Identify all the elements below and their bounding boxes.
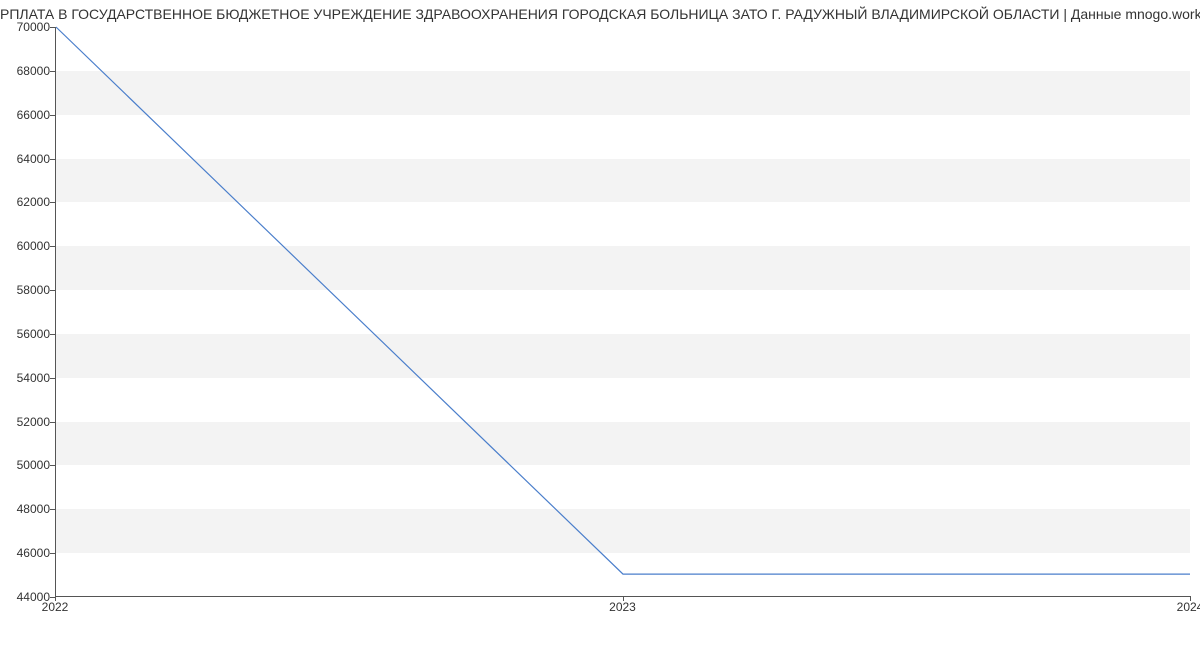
y-tick-mark (50, 290, 55, 291)
x-tick-mark (623, 596, 624, 601)
y-tick-label: 68000 (5, 64, 50, 78)
y-tick-mark (50, 465, 55, 466)
y-tick-label: 52000 (5, 415, 50, 429)
y-tick-mark (50, 509, 55, 510)
y-tick-label: 60000 (5, 239, 50, 253)
y-tick-mark (50, 202, 55, 203)
y-tick-label: 64000 (5, 152, 50, 166)
y-tick-mark (50, 27, 55, 28)
x-tick-label: 2023 (609, 600, 636, 614)
x-tick-mark (1190, 596, 1191, 601)
y-tick-label: 62000 (5, 195, 50, 209)
x-tick-mark (55, 596, 56, 601)
chart-title: РПЛАТА В ГОСУДАРСТВЕННОЕ БЮДЖЕТНОЕ УЧРЕЖ… (0, 0, 1200, 22)
y-tick-label: 50000 (5, 458, 50, 472)
y-tick-mark (50, 115, 55, 116)
plot-area (55, 27, 1190, 597)
y-tick-label: 54000 (5, 371, 50, 385)
y-tick-mark (50, 422, 55, 423)
y-tick-mark (50, 246, 55, 247)
y-tick-label: 46000 (5, 546, 50, 560)
y-tick-mark (50, 334, 55, 335)
y-tick-label: 48000 (5, 502, 50, 516)
y-tick-mark (50, 378, 55, 379)
x-tick-label: 2024 (1177, 600, 1200, 614)
y-tick-mark (50, 71, 55, 72)
y-tick-label: 70000 (5, 20, 50, 34)
x-tick-label: 2022 (42, 600, 69, 614)
y-tick-label: 56000 (5, 327, 50, 341)
y-tick-label: 58000 (5, 283, 50, 297)
y-tick-label: 66000 (5, 108, 50, 122)
line-series (56, 27, 1190, 596)
y-tick-mark (50, 553, 55, 554)
y-tick-mark (50, 159, 55, 160)
